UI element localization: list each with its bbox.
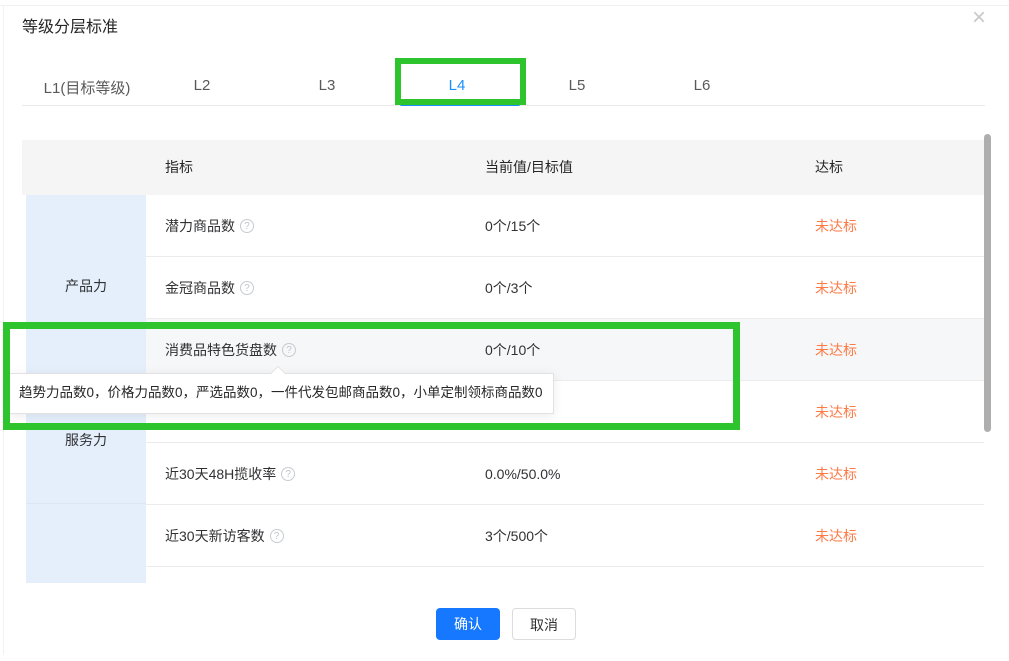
row-status-badge: 未达标 <box>815 505 857 567</box>
cancel-button[interactable]: 取消 <box>512 608 576 640</box>
row-label: 金冠商品数 ? <box>165 257 254 319</box>
page-title: 等级分层标准 <box>22 13 118 37</box>
row-status-badge: 未达标 <box>815 381 857 443</box>
tab-l2[interactable]: L2 <box>194 77 211 94</box>
row-value: 3个/500个 <box>485 505 548 567</box>
scrollbar-thumb[interactable] <box>984 134 991 432</box>
tab-l3[interactable]: L3 <box>319 77 336 94</box>
tab-l4[interactable]: L4 <box>449 77 466 94</box>
modal-left-border <box>3 5 4 655</box>
table-row: 近30天新访客数 ? 3个/500个 未达标 <box>146 505 984 567</box>
modal-top-border <box>0 5 1009 6</box>
help-icon[interactable]: ? <box>270 529 284 543</box>
active-tab-indicator <box>400 103 520 106</box>
level-standard-dialog: 等级分层标准 × L1(目标等级) L2 L3 L4 L5 L6 指标 当前值/… <box>0 0 1009 661</box>
table-row: 潜力商品数 ? 0个/15个 未达标 <box>146 195 984 257</box>
help-icon[interactable]: ? <box>281 467 295 481</box>
help-icon[interactable]: ? <box>282 343 296 357</box>
confirm-button[interactable]: 确认 <box>436 608 500 640</box>
row-status-badge: 未达标 <box>815 257 857 319</box>
row-label-text: 消费品特色货盘数 <box>165 319 277 381</box>
tab-l1[interactable]: L1(目标等级) <box>44 77 131 98</box>
row-status-badge: 未达标 <box>815 443 857 505</box>
help-icon[interactable]: ? <box>240 281 254 295</box>
header-current-target-value: 当前值/目标值 <box>485 140 573 195</box>
tab-l5[interactable]: L5 <box>569 77 586 94</box>
close-icon[interactable]: × <box>972 6 986 30</box>
row-status-badge: 未达标 <box>815 319 857 381</box>
group-label-service-power: 服务力 <box>26 430 146 450</box>
row-value: 0个/10个 <box>485 319 540 381</box>
tooltip-text: 趋势力品数0，价格力品数0，严选品数0，一件代发包邮商品数0，小单定制领标商品数… <box>9 374 553 412</box>
row-label-text: 潜力商品数 <box>165 195 235 257</box>
table-row: 近30天48H揽收率 ? 0.0%/50.0% 未达标 <box>146 443 984 505</box>
group-divider <box>26 503 146 504</box>
row-value: 0个/3个 <box>485 257 532 319</box>
help-icon[interactable]: ? <box>240 219 254 233</box>
header-indicator: 指标 <box>165 140 193 195</box>
header-status: 达标 <box>815 140 843 195</box>
row-label-text: 金冠商品数 <box>165 257 235 319</box>
row-label: 近30天48H揽收率 ? <box>165 443 295 505</box>
row-label: 潜力商品数 ? <box>165 195 254 257</box>
row-value: 0.0%/50.0% <box>485 443 561 505</box>
row-label-text: 近30天新访客数 <box>165 505 265 567</box>
tab-l6[interactable]: L6 <box>694 77 711 94</box>
row-value: 0个/15个 <box>485 195 540 257</box>
table-header: 指标 当前值/目标值 达标 <box>22 140 984 195</box>
tooltip: 趋势力品数0，价格力品数0，严选品数0，一件代发包邮商品数0，小单定制领标商品数… <box>8 373 554 414</box>
table-row: 金冠商品数 ? 0个/3个 未达标 <box>146 257 984 319</box>
row-label-text: 近30天48H揽收率 <box>165 443 276 505</box>
row-label: 近30天新访客数 ? <box>165 505 284 567</box>
group-label-product-power: 产品力 <box>26 276 146 296</box>
row-status-badge: 未达标 <box>815 195 857 257</box>
tooltip-arrow-fill <box>271 367 285 374</box>
